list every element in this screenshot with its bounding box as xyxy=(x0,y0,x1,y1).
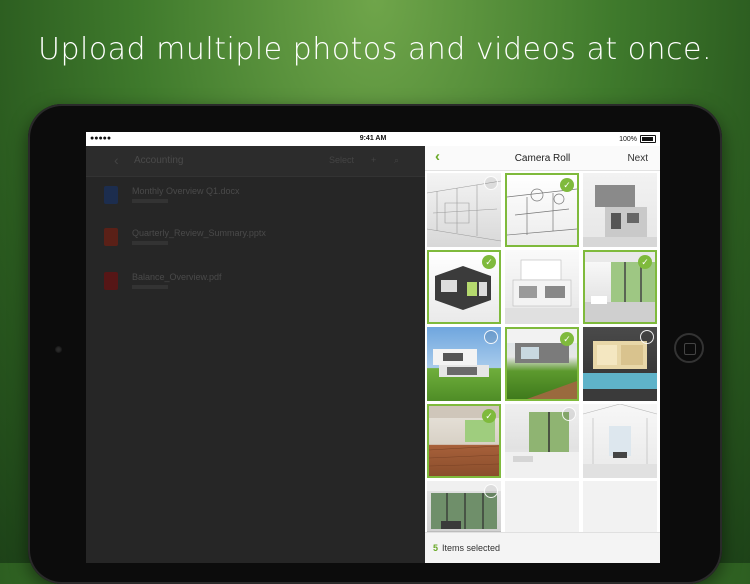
status-bar: ●●●●● 9:41 AM 100% xyxy=(86,132,660,146)
camera-roll-picker: ‹ Camera Roll Next ✓ ✓ ✓ ✓ ✓ 5 Items sel… xyxy=(425,146,660,563)
background-file-name: Quarterly_Review_Summary.pptx xyxy=(132,228,266,238)
photo-thumbnail[interactable]: ✓ xyxy=(427,250,501,324)
selected-count: 5 xyxy=(433,543,439,553)
white-villa-image xyxy=(505,259,579,324)
background-file-meta xyxy=(132,199,168,203)
photo-thumbnail[interactable] xyxy=(505,404,579,478)
photo-thumbnail[interactable]: ✓ xyxy=(505,173,579,247)
photo-thumbnail[interactable]: ✓ xyxy=(505,327,579,401)
select-circle-icon xyxy=(640,330,654,344)
checkmark-icon: ✓ xyxy=(482,255,496,269)
tablet-screen: ●●●●● 9:41 AM 100% ‹ Accounting Select +… xyxy=(86,132,660,563)
word-file-icon xyxy=(104,186,118,204)
checkmark-icon: ✓ xyxy=(560,332,574,346)
background-file-meta xyxy=(132,241,168,245)
photo-thumbnail[interactable] xyxy=(583,404,657,478)
battery-indicator: 100% xyxy=(619,135,656,143)
photo-thumbnail[interactable] xyxy=(583,173,657,247)
home-button[interactable] xyxy=(674,333,704,363)
checkmark-icon: ✓ xyxy=(482,409,496,423)
home-button-icon xyxy=(684,343,696,355)
checkmark-icon: ✓ xyxy=(638,255,652,269)
background-file-name: Balance_Overview.pdf xyxy=(132,272,222,282)
picker-title: Camera Roll xyxy=(514,153,571,164)
selection-footer: 5 Items selected xyxy=(425,532,660,563)
photo-thumbnail[interactable]: ✓ xyxy=(427,404,501,478)
select-circle-icon xyxy=(484,484,498,498)
pdf-file-icon xyxy=(104,272,118,290)
atrium-interior-image xyxy=(583,404,657,478)
headline: Upload multiple photos and videos at onc… xyxy=(37,32,712,67)
photo-thumbnail[interactable] xyxy=(427,173,501,247)
background-file-name: Monthly Overview Q1.docx xyxy=(132,186,240,196)
photo-thumbnail[interactable] xyxy=(427,327,501,401)
background-select-button: Select xyxy=(329,155,355,165)
background-search-icon: ⌕ xyxy=(394,155,400,165)
checkmark-icon: ✓ xyxy=(560,178,574,192)
select-circle-icon xyxy=(484,176,498,190)
background-nav-bar: ‹ Accounting Select + ⌕ xyxy=(86,146,425,177)
background-add-icon: + xyxy=(371,155,377,165)
dimmed-background-app: ‹ Accounting Select + ⌕ Monthly Overview… xyxy=(86,146,425,563)
select-circle-icon xyxy=(484,330,498,344)
selected-label: Items selected xyxy=(442,543,501,553)
photo-thumbnail[interactable] xyxy=(505,250,579,324)
front-camera xyxy=(55,346,62,353)
battery-icon xyxy=(640,135,656,143)
picker-nav-bar: ‹ Camera Roll Next xyxy=(425,146,660,171)
background-file-meta xyxy=(132,285,168,289)
background-title: Accounting xyxy=(134,155,184,166)
photo-thumbnail[interactable] xyxy=(583,327,657,401)
status-time: 9:41 AM xyxy=(359,135,387,142)
battery-percent: 100% xyxy=(619,135,637,143)
powerpoint-file-icon xyxy=(104,228,118,246)
photo-thumbnail[interactable]: ✓ xyxy=(583,250,657,324)
grey-house-image xyxy=(583,185,657,247)
background-back-icon: ‹ xyxy=(114,152,119,168)
select-circle-icon xyxy=(562,407,576,421)
next-button[interactable]: Next xyxy=(627,153,648,164)
